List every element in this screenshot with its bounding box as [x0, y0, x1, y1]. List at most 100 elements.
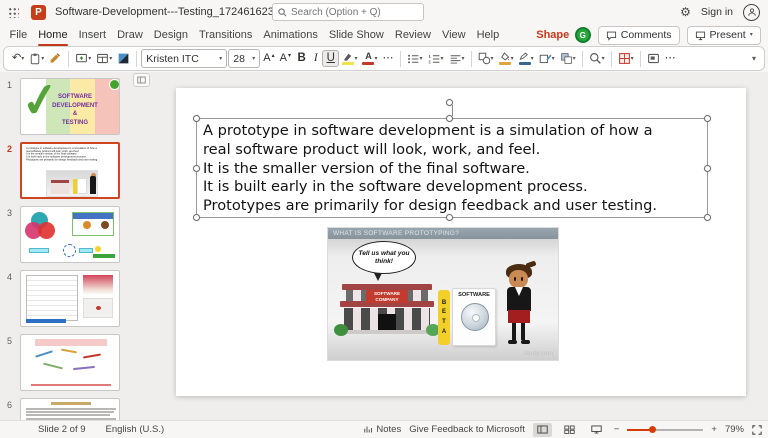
- zoom-in-button[interactable]: +: [711, 424, 717, 435]
- chevron-down-icon: ▾: [354, 56, 357, 62]
- settings-gear-icon[interactable]: ⚙: [680, 5, 691, 19]
- search-input[interactable]: [291, 7, 411, 18]
- font-name-select[interactable]: Kristen ITC▾: [141, 49, 227, 68]
- arrange-icon: [560, 52, 573, 65]
- shape-outline-button[interactable]: ▾: [517, 50, 536, 67]
- new-slide-button[interactable]: ▾: [73, 50, 93, 67]
- fit-to-window-icon[interactable]: [752, 425, 762, 435]
- zoom-slider[interactable]: [627, 423, 703, 437]
- align-button[interactable]: ▾: [447, 51, 467, 67]
- font-color-icon: A: [362, 52, 374, 65]
- increase-font-size-button[interactable]: A▴: [261, 51, 276, 66]
- italic-button[interactable]: I: [310, 51, 321, 67]
- tab-draw[interactable]: Draw: [112, 24, 149, 46]
- design-ideas-button[interactable]: ▾: [616, 50, 636, 67]
- donut-graphic: [101, 221, 109, 229]
- open-desktop-app-button[interactable]: [645, 50, 662, 67]
- tab-slide-show[interactable]: Slide Show: [323, 24, 389, 46]
- tab-transitions[interactable]: Transitions: [194, 24, 258, 46]
- zoom-out-button[interactable]: −: [614, 424, 620, 435]
- desktop-app-icon: [647, 52, 660, 65]
- more-commands-button[interactable]: ⋯: [663, 51, 678, 66]
- format-painter-button[interactable]: [47, 50, 64, 67]
- resize-handle-mid-right[interactable]: [704, 165, 711, 172]
- thumbnail-slide-5[interactable]: [20, 334, 120, 391]
- shape-style-icon: [539, 52, 552, 65]
- resize-handle-top-left[interactable]: [193, 115, 200, 122]
- slide-number: 1: [7, 80, 12, 90]
- resize-handle-top-right[interactable]: [704, 115, 711, 122]
- layout-button[interactable]: ▾: [94, 50, 114, 67]
- powerpoint-logo-icon[interactable]: P: [31, 5, 46, 20]
- slide-canvas[interactable]: A prototype in software development is a…: [176, 88, 746, 396]
- ribbon-separator: [582, 51, 583, 67]
- resize-handle-mid-left[interactable]: [193, 165, 200, 172]
- rotation-handle[interactable]: [446, 99, 453, 106]
- slide-text-line: It is built early in the software develo…: [203, 178, 701, 197]
- thumbnail-pane-toggle[interactable]: [133, 73, 150, 87]
- font-size-select[interactable]: 28▾: [228, 49, 260, 68]
- thumbnail-slide-1[interactable]: ✓ SOFTWARE DEVELOPMENT & TESTING: [20, 78, 120, 135]
- notes-icon: [364, 425, 373, 434]
- language-button[interactable]: English (U.S.): [106, 424, 165, 435]
- tab-help[interactable]: Help: [471, 24, 505, 46]
- decrease-font-size-button[interactable]: A▾: [278, 51, 293, 66]
- normal-view-button[interactable]: [533, 423, 552, 437]
- tab-file[interactable]: File: [4, 24, 33, 46]
- chevron-down-icon: ▾: [88, 56, 91, 62]
- find-button[interactable]: ▾: [587, 50, 607, 67]
- present-button[interactable]: Present ▾: [687, 26, 761, 45]
- tab-view[interactable]: View: [436, 24, 471, 46]
- text-highlight-button[interactable]: ▾: [340, 50, 359, 67]
- feedback-button[interactable]: Give Feedback to Microsoft: [409, 424, 525, 435]
- prototyping-illustration-image[interactable]: WHAT IS SOFTWARE PROTOTYPING? Tell us wh…: [328, 228, 558, 360]
- resize-handle-bottom-center[interactable]: [446, 214, 453, 221]
- insert-shapes-button[interactable]: ▾: [476, 50, 496, 67]
- undo-button[interactable]: ↶▾: [10, 51, 26, 66]
- tab-animations[interactable]: Animations: [258, 24, 323, 46]
- designer-button[interactable]: [115, 50, 132, 67]
- cartoon-person: [506, 264, 534, 348]
- grammar-extension-badge[interactable]: G: [575, 27, 591, 43]
- comments-button[interactable]: Comments: [598, 26, 680, 45]
- ribbon-collapse-button[interactable]: ▾: [750, 53, 758, 65]
- thumbnail-slide-2-selected[interactable]: A prototype in software development is a…: [20, 142, 120, 199]
- bold-button[interactable]: B: [294, 51, 309, 67]
- numbering-button[interactable]: ▾: [426, 51, 446, 67]
- tab-design[interactable]: Design: [148, 24, 193, 46]
- photo-detail: [96, 306, 101, 310]
- shape-style-button[interactable]: ▾: [537, 50, 557, 67]
- zoom-level-button[interactable]: 79%: [725, 424, 744, 435]
- slideshow-view-button[interactable]: [587, 423, 606, 437]
- bullets-button[interactable]: ▾: [405, 51, 425, 67]
- ribbon-separator: [136, 51, 137, 67]
- tab-review[interactable]: Review: [389, 24, 436, 46]
- tab-home[interactable]: Home: [33, 24, 73, 46]
- resize-handle-bottom-right[interactable]: [704, 214, 711, 221]
- selected-text-box[interactable]: A prototype in software development is a…: [196, 118, 708, 218]
- document-title[interactable]: Software-Development---Testing_172461623…: [55, 6, 308, 18]
- tab-insert[interactable]: Insert: [73, 24, 112, 46]
- comment-icon: [606, 30, 617, 41]
- arrange-button[interactable]: ▾: [558, 50, 578, 67]
- app-launcher-waffle-icon[interactable]: [8, 7, 19, 18]
- thumbnail-slide-3[interactable]: [20, 206, 120, 263]
- powerpoint-web-app: P Software-Development---Testing_1724616…: [0, 0, 768, 438]
- thumbnail-slide-4[interactable]: [20, 270, 120, 327]
- shape-fill-button[interactable]: ▾: [497, 50, 516, 67]
- underline-button[interactable]: U: [322, 50, 339, 68]
- slide-sorter-view-button[interactable]: [560, 423, 579, 437]
- resize-handle-top-center[interactable]: [446, 115, 453, 122]
- account-avatar[interactable]: [743, 4, 760, 21]
- sign-in-button[interactable]: Sign in: [701, 6, 733, 18]
- zoom-slider-knob[interactable]: [649, 426, 656, 433]
- diagram-mark: [83, 353, 101, 358]
- paste-button[interactable]: ▾: [27, 50, 46, 67]
- resize-handle-bottom-left[interactable]: [193, 214, 200, 221]
- font-color-button[interactable]: A ▾: [360, 50, 379, 67]
- letter-a-icon: A: [263, 53, 270, 64]
- search-box[interactable]: [272, 3, 424, 21]
- tab-shape[interactable]: Shape: [531, 24, 575, 46]
- more-font-options-button[interactable]: ⋯: [381, 51, 396, 66]
- notes-toggle-button[interactable]: Notes: [364, 424, 401, 435]
